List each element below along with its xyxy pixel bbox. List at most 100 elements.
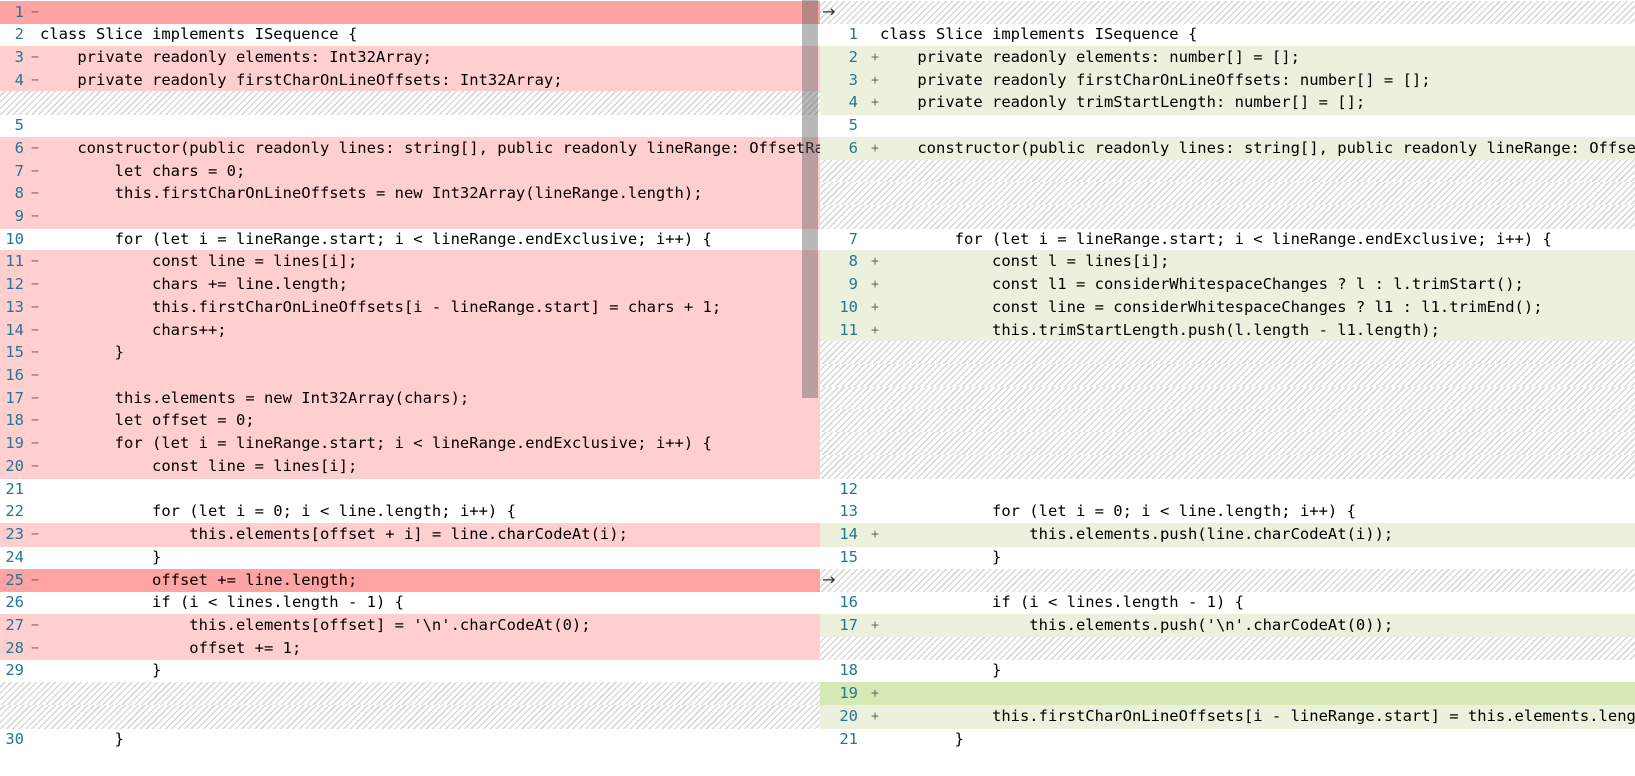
line-gutter: 4− [0,69,40,93]
line-code[interactable]: this.elements.push(line.charCodeAt(i)); [880,523,1635,547]
line-gutter: 6− [0,137,40,161]
line-code[interactable]: this.elements[offset + i] = line.charCod… [40,523,820,547]
line-gutter: 5 [0,114,40,138]
line-code[interactable]: private readonly elements: Int32Array; [40,46,820,70]
line-number: 16 [839,593,858,612]
line-gutter: 29 [0,659,40,683]
line-code[interactable]: const line = lines[i]; [40,250,820,274]
line-code[interactable]: } [40,728,820,752]
line-code[interactable]: private readonly trimStartLength: number… [880,91,1635,115]
code-line: 12− chars += line.length; [0,273,820,297]
line-code[interactable]: this.firstCharOnLineOffsets = new Int32A… [40,182,820,206]
code-line: 3− private readonly elements: Int32Array… [0,45,820,70]
code-line: 22 for (let i = 0; i < line.length; i++)… [0,500,820,524]
line-gutter [0,91,40,115]
code-line: 19− for (let i = lineRange.start; i < li… [0,432,820,456]
line-code[interactable]: } [880,659,1635,683]
line-code[interactable]: } [880,728,1635,752]
insert-marker-icon: + [871,299,879,315]
line-code[interactable]: } [40,659,820,683]
revert-arrow-icon[interactable]: → [822,2,835,21]
line-code[interactable]: for (let i = lineRange.start; i < lineRa… [40,228,820,252]
delete-marker-icon: − [31,572,39,588]
line-number: 11 [839,320,858,339]
code-line: 20− const line = lines[i]; [0,454,820,479]
line-gutter: 26 [0,591,40,615]
line-code[interactable]: for (let i = lineRange.start; i < lineRa… [40,432,820,456]
line-code[interactable]: for (let i = 0; i < line.length; i++) { [880,500,1635,524]
delete-marker-icon: − [31,458,39,474]
original-editor-pane[interactable]: 1−2 class Slice implements ISequence {3− … [0,0,820,776]
line-code[interactable]: let offset = 0; [40,409,820,433]
code-line: 2 + private readonly elements: number[] =… [820,45,1635,70]
line-gutter: 18− [0,409,40,433]
line-code[interactable]: for (let i = lineRange.start; i < lineRa… [880,228,1635,252]
line-code[interactable]: this.elements.push('\n'.charCodeAt(0)); [880,614,1635,638]
line-code[interactable]: this.elements[offset] = '\n'.charCodeAt(… [40,614,820,638]
code-line: 24 } [0,546,820,570]
insert-marker-icon: + [871,95,879,111]
line-number: 14 [839,525,858,544]
line-code[interactable]: chars++; [40,319,820,343]
line-code[interactable]: if (i < lines.length - 1) { [880,591,1635,615]
modified-editor-pane[interactable]: 1 class Slice implements ISequence {2 + pr… [820,0,1635,776]
line-code[interactable]: const line = considerWhitespaceChanges ?… [880,296,1635,320]
line-number: 7 [848,229,858,248]
line-code[interactable]: this.trimStartLength.push(l.length - l1.… [880,319,1635,343]
line-gutter: 1 [820,23,880,47]
line-number: 7 [14,161,24,180]
line-number: 27 [5,615,24,634]
delete-marker-icon: − [31,617,39,633]
delete-marker-icon: − [31,345,39,361]
line-code[interactable]: if (i < lines.length - 1) { [40,591,820,615]
line-code[interactable]: private readonly elements: number[] = []… [880,46,1635,70]
code-line: 2 class Slice implements ISequence { [0,23,820,47]
line-code[interactable]: class Slice implements ISequence { [880,23,1635,47]
line-gutter [820,637,880,661]
line-gutter: 21 [0,478,40,502]
line-code[interactable]: constructor(public readonly lines: strin… [40,137,820,161]
line-code[interactable]: private readonly firstCharOnLineOffsets:… [40,69,820,93]
line-gutter: 28− [0,637,40,661]
diff-placeholder-row [0,91,820,116]
code-line: 10 + const line = considerWhitespaceChang… [820,295,1635,320]
line-code[interactable]: offset += 1; [40,637,820,661]
insert-marker-icon: + [871,708,879,724]
line-code[interactable]: const line = lines[i]; [40,455,820,479]
line-code[interactable]: let chars = 0; [40,160,820,184]
line-code[interactable]: this.firstCharOnLineOffsets[i - lineRang… [40,296,820,320]
line-code[interactable]: } [40,546,820,570]
line-gutter: 30 [0,728,40,752]
line-code[interactable]: this.firstCharOnLineOffsets[i - lineRang… [880,705,1635,729]
line-code[interactable]: const l1 = considerWhitespaceChanges ? l… [880,273,1635,297]
line-gutter [820,455,880,479]
line-code[interactable]: constructor(public readonly lines: strin… [880,137,1635,161]
code-line: 17 + this.elements.push('\n'.charCodeAt(0… [820,613,1635,638]
line-code[interactable]: private readonly firstCharOnLineOffsets:… [880,69,1635,93]
code-line: 8 + const l = lines[i]; [820,250,1635,275]
line-code[interactable]: } [40,341,820,365]
code-line: 18 } [820,659,1635,683]
line-code[interactable]: for (let i = 0; i < line.length; i++) { [40,500,820,524]
line-gutter: 15− [0,341,40,365]
line-gutter: 16− [0,364,40,388]
vertical-scrollbar-thumb[interactable] [802,0,818,398]
diff-placeholder-row [820,159,1635,184]
line-gutter [820,160,880,184]
revert-arrow-icon[interactable]: → [822,570,835,589]
line-code[interactable]: class Slice implements ISequence { [40,23,820,47]
line-number: 22 [5,502,24,521]
line-gutter: 17 + [820,614,880,638]
line-number: 24 [5,547,24,566]
delete-marker-icon: − [31,368,39,384]
line-gutter: 9 + [820,273,880,297]
line-code[interactable]: chars += line.length; [40,273,820,297]
line-code[interactable]: this.elements = new Int32Array(chars); [40,387,820,411]
diff-placeholder-row [820,204,1635,229]
line-number: 12 [839,479,858,498]
line-code[interactable]: const l = lines[i]; [880,250,1635,274]
diff-placeholder-row [820,0,1635,25]
line-gutter: 10 + [820,296,880,320]
line-code[interactable]: } [880,546,1635,570]
line-code[interactable]: offset += line.length; [40,569,820,593]
